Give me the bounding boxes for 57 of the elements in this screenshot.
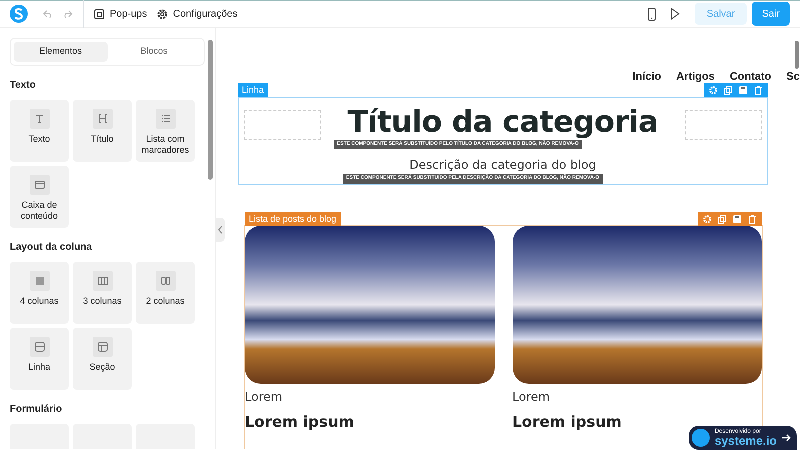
collapse-handle[interactable] <box>216 218 225 242</box>
section-title: Texto <box>10 79 37 93</box>
save-icon[interactable] <box>733 214 742 224</box>
element-tile[interactable]: Linha <box>10 328 69 390</box>
copy-icon[interactable] <box>718 214 727 224</box>
list-icon <box>160 114 170 124</box>
grid-icon <box>34 276 44 286</box>
post-title[interactable]: Lorem ipsum <box>512 411 622 434</box>
box-icon <box>34 180 44 190</box>
undo-icon[interactable] <box>43 10 53 18</box>
sidebar-tab[interactable]: Elementos <box>14 42 108 62</box>
nav-link[interactable]: Sc <box>786 69 800 83</box>
element-tile[interactable]: 2 colunas <box>136 262 195 324</box>
section-title: Formulário <box>10 403 64 417</box>
settings-icon[interactable] <box>709 86 718 94</box>
arrow-right-icon <box>782 434 791 442</box>
element-tile[interactable]: Título <box>73 100 132 162</box>
copy-icon[interactable] <box>724 86 733 94</box>
trash-icon[interactable] <box>754 86 763 94</box>
mobile-icon[interactable] <box>648 8 656 20</box>
logo-icon <box>692 429 710 447</box>
category-title: Título da categoria <box>348 107 658 138</box>
three-columns-icon <box>98 276 108 286</box>
row-icon <box>34 342 44 352</box>
trash-icon[interactable] <box>748 214 757 224</box>
element-tile[interactable]: Caixa de conteúdo <box>10 166 69 228</box>
post-title[interactable]: Lorem ipsum <box>245 411 354 434</box>
nav-link[interactable]: Artigos <box>676 69 715 83</box>
toolbar-button[interactable]: Pop-ups <box>94 6 148 22</box>
category-description: Descrição da categoria do blog <box>408 157 598 174</box>
play-icon[interactable] <box>670 8 680 20</box>
two-columns-icon <box>160 276 170 286</box>
save-icon[interactable] <box>739 86 748 94</box>
element-tile[interactable]: Seção <box>73 328 132 390</box>
section-title: Layout da coluna <box>10 241 94 255</box>
badge-brand: systeme.io <box>714 435 777 447</box>
element-tile[interactable]: Texto <box>10 100 69 162</box>
element-tile[interactable]: Lista com marcadores <box>136 100 195 162</box>
redo-icon[interactable] <box>63 10 73 18</box>
post-category: Lorem <box>245 389 284 406</box>
square-icon <box>94 8 105 20</box>
toolbar-button[interactable]: Configurações <box>157 6 238 22</box>
scrollbar-thumb[interactable] <box>795 41 799 69</box>
nav-link[interactable]: Início <box>632 69 662 83</box>
element-tile[interactable]: 4 colunas <box>10 262 69 324</box>
heading-icon <box>98 114 108 124</box>
post-category: Lorem <box>512 389 552 406</box>
logo-icon[interactable] <box>10 5 28 23</box>
sidebar-tab[interactable]: Blocos <box>108 42 201 62</box>
element-tile[interactable]: 3 colunas <box>73 262 132 324</box>
scrollbar-thumb[interactable] <box>208 40 213 180</box>
nav-link[interactable]: Contato <box>730 69 772 83</box>
chevron-left-icon <box>218 226 223 234</box>
text-icon <box>34 114 44 124</box>
section-icon <box>98 342 108 352</box>
settings-icon <box>157 8 168 20</box>
settings-icon[interactable] <box>703 214 712 224</box>
